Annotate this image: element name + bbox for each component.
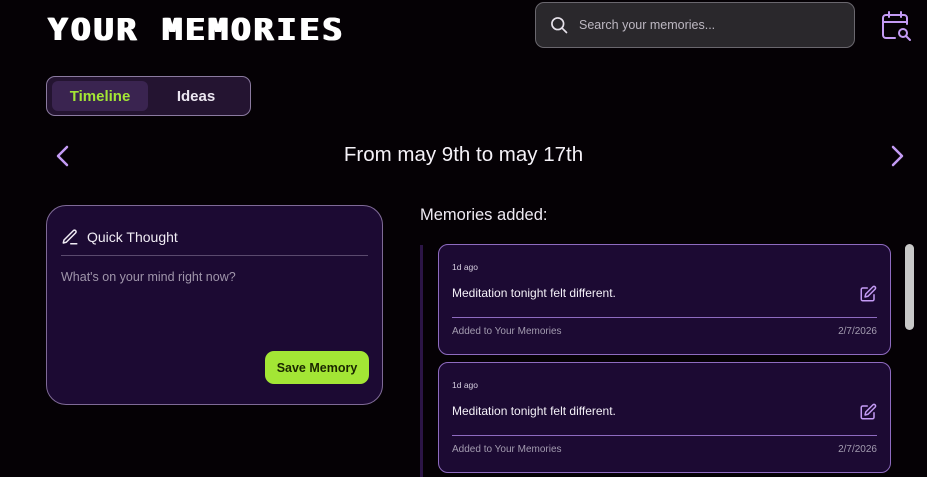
memory-text: Meditation tonight felt different. (452, 286, 616, 300)
calendar-search-button[interactable] (876, 6, 916, 46)
memory-time-ago: 1d ago (452, 262, 478, 272)
calendar-search-icon (882, 11, 911, 41)
search-icon (551, 17, 568, 34)
memory-card[interactable]: 1d ago Meditation tonight felt different… (438, 244, 891, 355)
tab-ideas[interactable]: Ideas (148, 81, 244, 111)
memory-added-label: Added to Your Memories (452, 326, 562, 337)
memory-text: Meditation tonight felt different. (452, 404, 616, 418)
edit-memory-button[interactable] (859, 285, 877, 303)
memory-divider (452, 317, 877, 318)
date-range-label: From may 9th to may 17th (343, 143, 584, 166)
memory-date: 2/7/2026 (838, 444, 877, 455)
edit-memory-button[interactable] (859, 403, 877, 421)
memories-page: YOUR MEMORIES Timeline Ideas From may 9t… (0, 0, 927, 477)
tab-timeline[interactable]: Timeline (52, 81, 148, 111)
edit-icon (860, 403, 877, 420)
timeline-line (420, 245, 423, 477)
quick-thought-card: Quick Thought Save Memory (46, 205, 383, 405)
chevron-right-icon (891, 145, 904, 167)
memory-card[interactable]: 1d ago Meditation tonight felt different… (438, 362, 891, 473)
page-title: YOUR MEMORIES (48, 11, 346, 48)
pencil-icon (62, 228, 78, 244)
search-bar[interactable] (535, 2, 855, 48)
scrollbar-thumb[interactable] (905, 244, 914, 330)
quick-thought-title: Quick Thought (87, 228, 178, 245)
memory-date: 2/7/2026 (838, 326, 877, 337)
quick-thought-input[interactable] (61, 270, 366, 340)
quick-thought-header: Quick Thought (61, 226, 368, 256)
memory-divider (452, 435, 877, 436)
memory-added-label: Added to Your Memories (452, 444, 562, 455)
search-input[interactable] (579, 18, 839, 32)
next-week-button[interactable] (884, 143, 910, 169)
edit-icon (860, 285, 877, 302)
memories-heading: Memories added: (420, 206, 548, 224)
memory-time-ago: 1d ago (452, 380, 478, 390)
save-memory-button[interactable]: Save Memory (265, 351, 369, 384)
view-tabs: Timeline Ideas (46, 76, 251, 116)
